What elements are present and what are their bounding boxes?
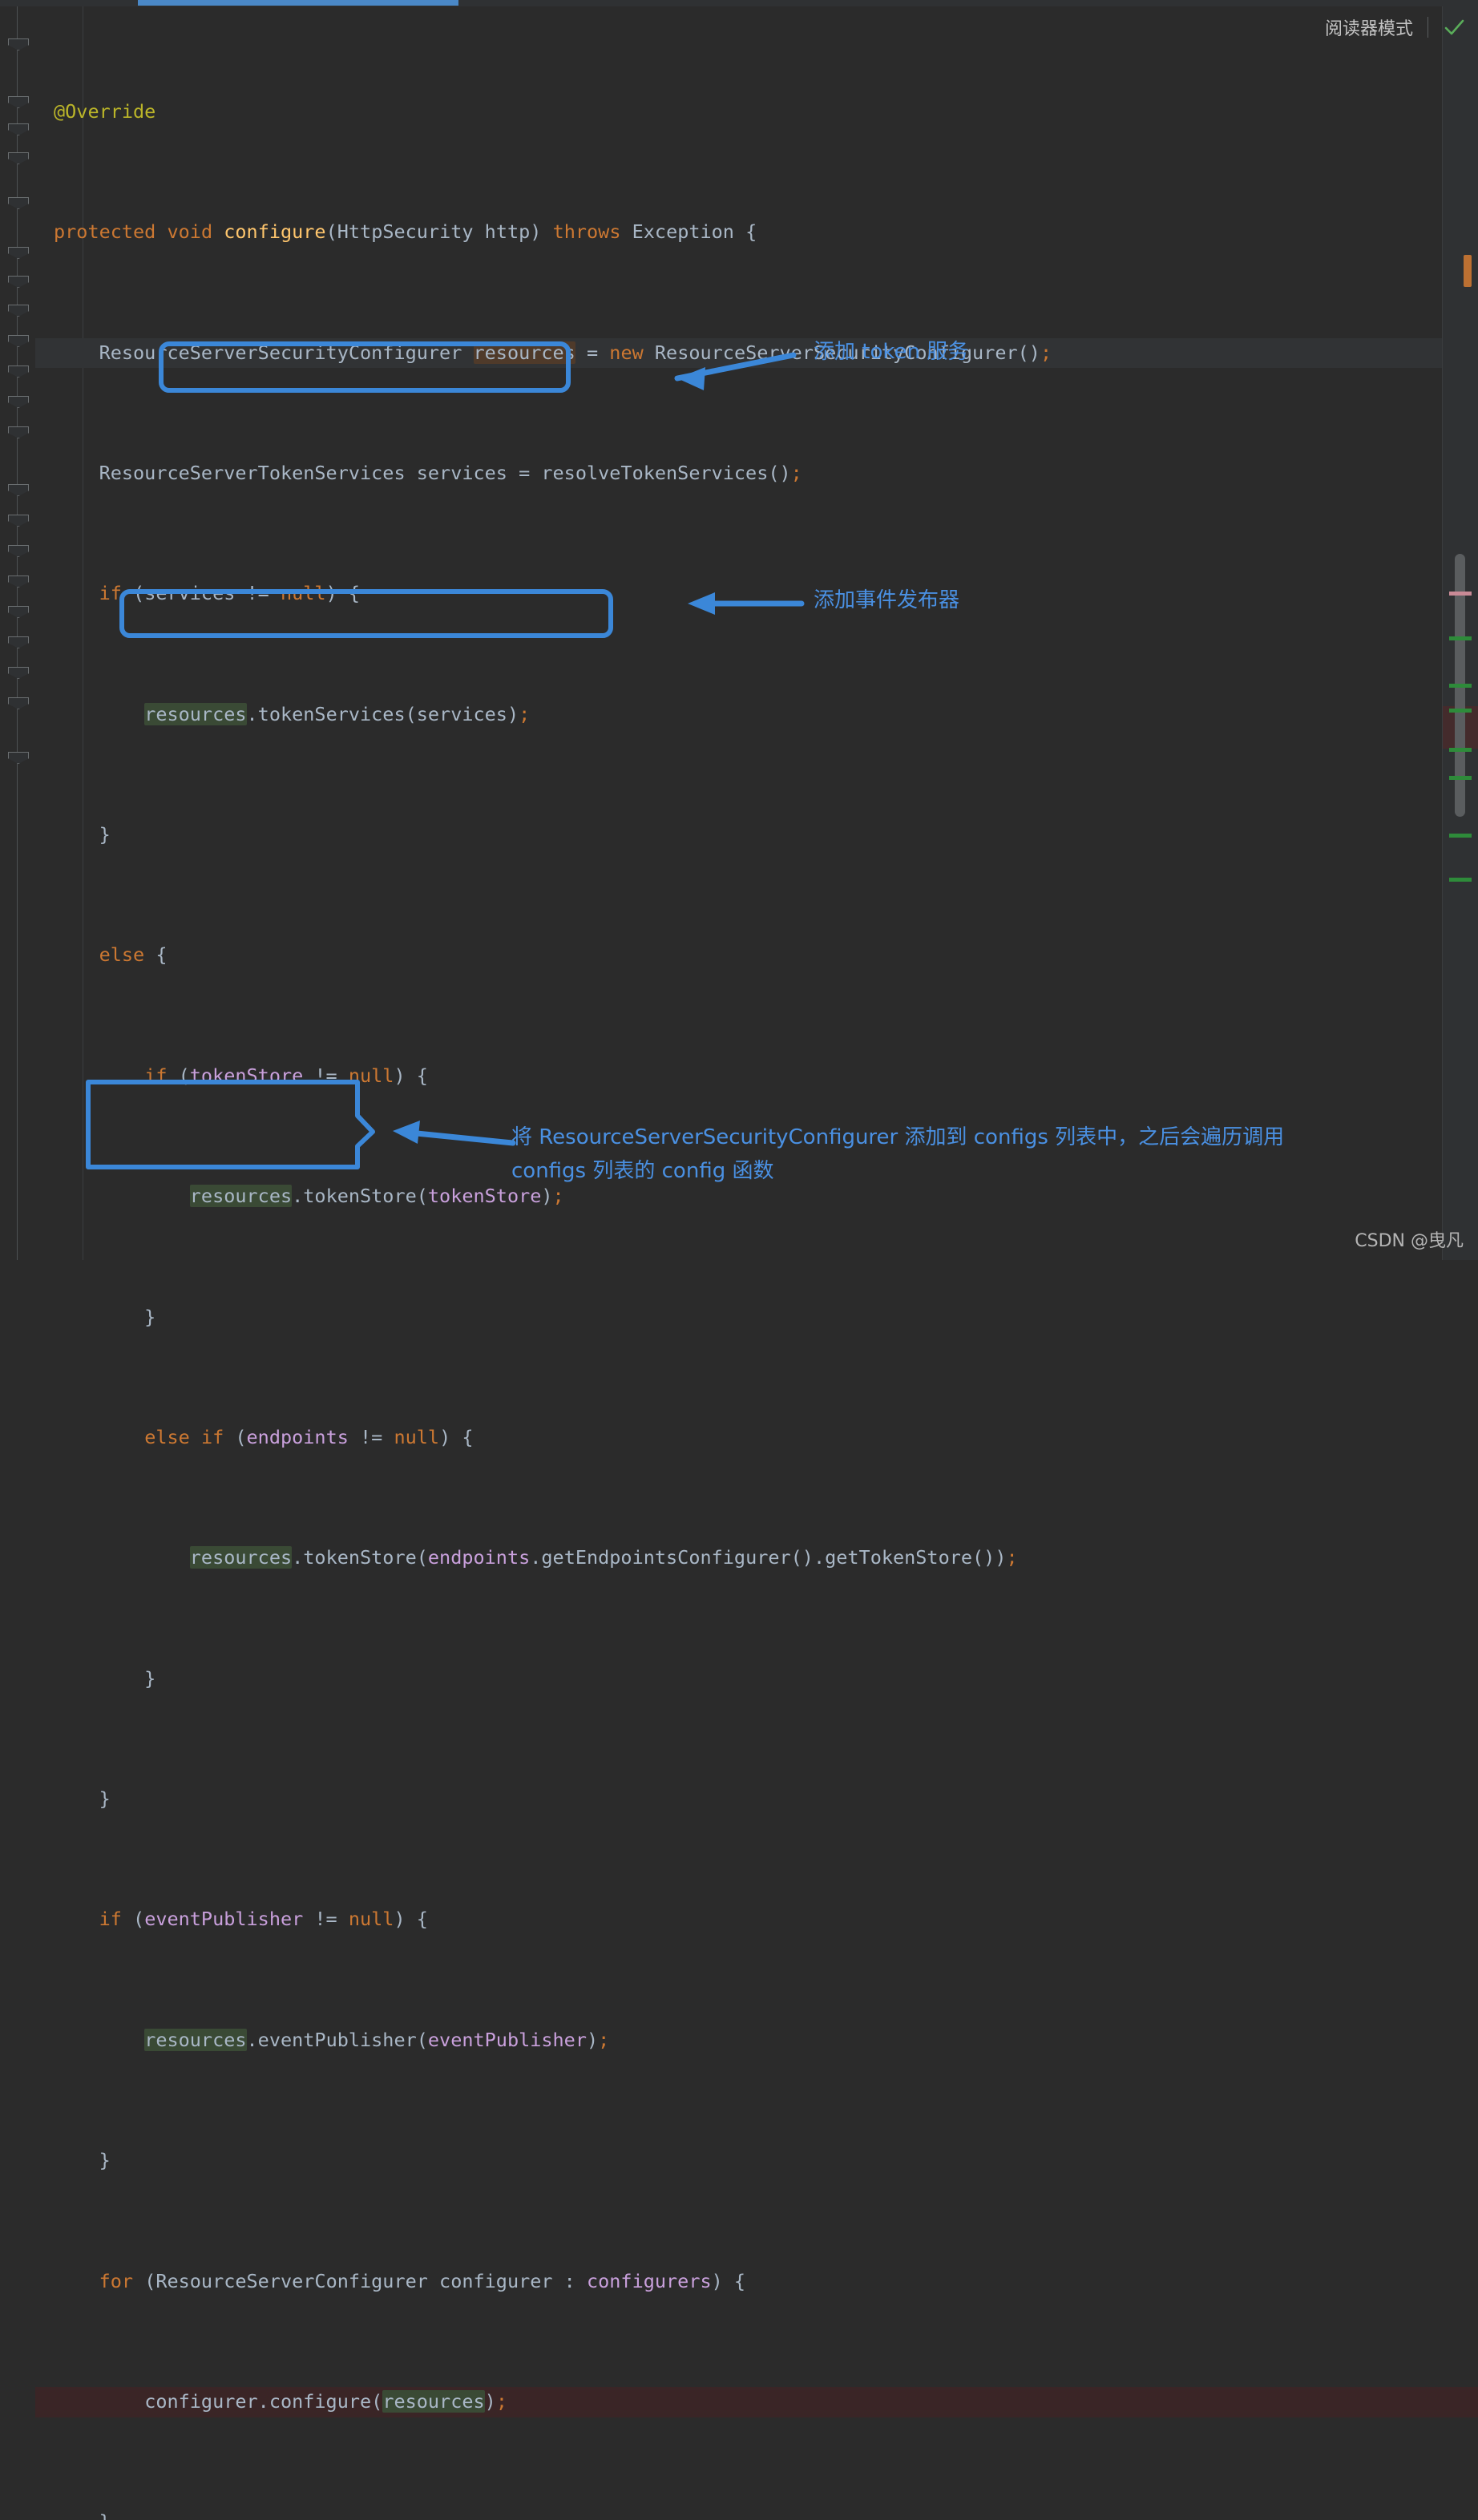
editor-tab-strip [0,0,1478,6]
rail-added-marker[interactable] [1449,878,1472,882]
code-line[interactable]: ResourceServerSecurityConfigurer resourc… [35,337,1478,369]
code-line-highlighted[interactable]: configurer.configure(resources); [35,2386,1478,2417]
code-content[interactable]: @Override protected void configure(HttpS… [35,6,1478,2520]
fold-marker-icon[interactable] [8,545,29,557]
fold-marker-icon[interactable] [8,305,29,317]
rail-added-marker[interactable] [1449,776,1472,780]
rail-added-marker[interactable] [1449,684,1472,688]
rail-added-marker[interactable] [1449,709,1472,713]
code-line[interactable]: @Override [35,97,1478,127]
fold-marker-icon[interactable] [8,697,29,709]
fold-marker-icon[interactable] [8,636,29,648]
code-editor[interactable]: @Override protected void configure(HttpS… [0,6,1478,2520]
fold-marker-icon[interactable] [8,123,29,135]
rail-modified-marker[interactable] [1449,592,1472,596]
code-line[interactable]: if (eventPublisher != null) { [35,1904,1478,1935]
editor-right-rail[interactable] [1442,6,1478,1260]
fold-marker-icon[interactable] [8,96,29,108]
code-line[interactable]: else { [35,940,1478,971]
active-tab-underline[interactable] [138,0,458,6]
rail-added-marker[interactable] [1449,834,1472,838]
code-line[interactable]: } [35,2507,1478,2520]
code-line[interactable]: resources.tokenStore(endpoints.getEndpoi… [35,1543,1478,1573]
rail-added-marker[interactable] [1449,748,1472,752]
reader-mode-control[interactable]: 阅读器模式 [1325,14,1465,40]
code-line[interactable]: } [35,2146,1478,2176]
code-line[interactable]: else if (endpoints != null) { [35,1423,1478,1453]
editor-gutter[interactable] [0,6,35,1260]
code-line[interactable]: resources.eventPublisher(eventPublisher)… [35,2025,1478,2056]
fold-marker-icon[interactable] [8,247,29,259]
reader-mode-label: 阅读器模式 [1324,19,1413,39]
gutter-vertical-rule [17,6,18,1260]
fold-marker-icon[interactable] [8,276,29,288]
fold-marker-icon[interactable] [8,38,29,50]
code-line[interactable]: } [35,820,1478,850]
fold-marker-icon[interactable] [8,484,29,496]
checkmark-icon[interactable] [1443,16,1465,38]
fold-marker-icon[interactable] [8,197,29,209]
code-line[interactable]: for (ResourceServerConfigurer configurer… [35,2267,1478,2297]
code-line[interactable]: ResourceServerTokenServices services = r… [35,458,1478,489]
fold-marker-icon[interactable] [8,152,29,164]
fold-marker-icon[interactable] [8,575,29,588]
watermark: CSDN @曳凡 [1355,1231,1464,1251]
fold-marker-icon[interactable] [8,606,29,618]
code-line[interactable]: if (tokenStore != null) { [35,1061,1478,1092]
fold-marker-icon[interactable] [8,396,29,408]
fold-marker-icon[interactable] [8,426,29,438]
code-line[interactable]: } [35,1784,1478,1815]
code-line[interactable]: } [35,1302,1478,1333]
rail-added-marker[interactable] [1449,636,1472,640]
fold-marker-icon[interactable] [8,335,29,347]
fold-marker-icon[interactable] [8,515,29,527]
fold-marker-icon[interactable] [8,365,29,378]
code-line[interactable]: protected void configure(HttpSecurity ht… [35,217,1478,248]
code-line[interactable]: resources.tokenServices(services); [35,700,1478,730]
rail-warning-marker[interactable] [1464,255,1472,287]
code-line[interactable]: } [35,1664,1478,1694]
fold-marker-icon[interactable] [8,752,29,764]
fold-marker-icon[interactable] [8,667,29,679]
code-line[interactable]: resources.tokenStore(tokenStore); [35,1181,1478,1212]
code-line[interactable]: if (services != null) { [35,579,1478,609]
